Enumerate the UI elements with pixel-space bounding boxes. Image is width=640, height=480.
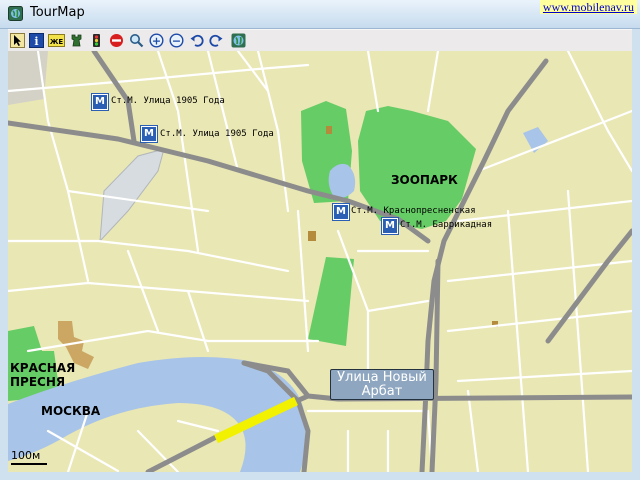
map-base-layer	[8, 51, 632, 472]
zoo-label: ЗООПАРК	[391, 173, 458, 187]
zoom-in-tool-button[interactable]: +	[148, 32, 165, 49]
metro-icon-2[interactable]: M	[141, 126, 157, 142]
map-canvas[interactable]: M Ст.М. Улица 1905 Года M Ст.М. Улица 19…	[8, 51, 632, 472]
district-label-line2: ПРЕСНЯ	[10, 375, 66, 389]
tower-icon	[71, 34, 82, 47]
street-tooltip-line2: Арбат	[361, 384, 403, 399]
metro-icon-1[interactable]: M	[92, 94, 108, 110]
metro-label-3: Ст.М. Краснопресненская	[351, 206, 476, 216]
road-east	[545, 228, 632, 344]
scale-bar	[11, 463, 47, 465]
search-icon	[130, 34, 144, 48]
info-tool-button[interactable]: i	[28, 32, 45, 49]
district-label: КРАСНАЯ ПРЕСНЯ	[10, 361, 75, 389]
globe-tool-button[interactable]	[230, 32, 247, 49]
zoo-pond	[328, 163, 356, 199]
toolbar: i ЖЕ + −	[8, 29, 632, 52]
cursor-arrow-icon	[10, 33, 25, 48]
scale-label: 100м	[11, 449, 41, 462]
metro-icon-3[interactable]: M	[333, 204, 349, 220]
window-title: TourMap	[30, 5, 85, 20]
traffic-light-icon	[93, 34, 100, 47]
river-label: МОСКВА	[41, 404, 101, 418]
undo-icon	[190, 34, 204, 47]
metro-icon-4[interactable]: M	[382, 218, 398, 234]
svg-text:+: +	[152, 35, 161, 48]
street-tooltip: Улица Новый Арбат	[330, 369, 434, 400]
svg-text:i: i	[34, 35, 38, 48]
park-strip	[308, 257, 354, 346]
traffic-tool-button[interactable]	[88, 32, 105, 49]
redo-icon	[209, 34, 223, 47]
stop-tool-button[interactable]	[108, 32, 125, 49]
svg-text:ЖЕ: ЖЕ	[50, 38, 64, 46]
rail-yard	[99, 148, 165, 243]
watermark-link[interactable]: www.mobilenav.ru	[539, 0, 637, 14]
app-globe-icon	[8, 6, 23, 21]
metro-label-1: Ст.М. Улица 1905 Года	[111, 96, 225, 106]
zoom-out-tool-button[interactable]: −	[168, 32, 185, 49]
district-label-line1: КРАСНАЯ	[10, 361, 76, 375]
tower-tool-button[interactable]	[68, 32, 85, 49]
title-bar[interactable]: TourMap www.mobilenav.ru	[0, 0, 640, 29]
street-tooltip-line1: Улица Новый	[337, 370, 427, 385]
pointer-tool-button[interactable]	[9, 32, 26, 49]
route-tool-button[interactable]: ЖЕ	[48, 32, 65, 49]
zoom-in-icon: +	[149, 33, 164, 48]
metro-label-2: Ст.М. Улица 1905 Года	[160, 129, 274, 139]
search-tool-button[interactable]	[128, 32, 145, 49]
globe-icon	[231, 33, 246, 48]
metro-label-4: Ст.М. Баррикадная	[400, 220, 493, 230]
route-label-icon: ЖЕ	[48, 34, 65, 47]
redo-tool-button[interactable]	[208, 32, 225, 49]
undo-tool-button[interactable]	[188, 32, 205, 49]
no-entry-icon	[110, 34, 123, 47]
info-icon: i	[29, 33, 44, 48]
zoom-out-icon: −	[169, 33, 184, 48]
svg-text:−: −	[172, 35, 181, 48]
tourmap-window: TourMap www.mobilenav.ru i ЖЕ + − M Ст.М…	[0, 0, 640, 480]
window-bottom-frame	[0, 472, 640, 480]
